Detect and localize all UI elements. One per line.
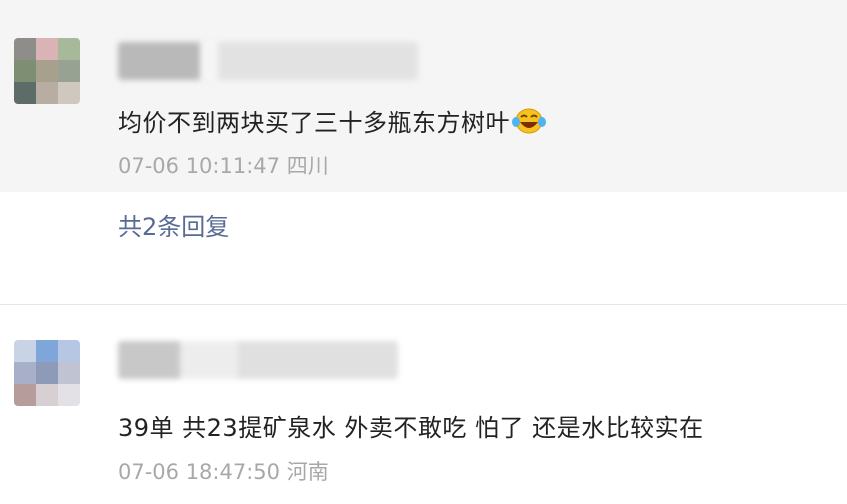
comment-item[interactable]: 39单 共23提矿泉水 外卖不敢吃 怕了 还是水比较实在 07-06 18:47… bbox=[0, 305, 847, 504]
view-replies-link[interactable]: 共2条回复 bbox=[118, 207, 229, 242]
comment-text: 39单 共23提矿泉水 外卖不敢吃 怕了 还是水比较实在 bbox=[118, 414, 704, 442]
comment-location: 四川 bbox=[286, 154, 329, 178]
comment-meta: 07-06 10:11:47 四川 bbox=[118, 150, 329, 180]
username-blurred[interactable] bbox=[118, 341, 398, 379]
comment-time: 07-06 18:47:50 bbox=[118, 460, 281, 484]
comment-text: 均价不到两块买了三十多瓶东方树叶 bbox=[118, 103, 546, 138]
username-blurred[interactable] bbox=[118, 42, 418, 80]
avatar[interactable] bbox=[14, 38, 80, 104]
comment-time: 07-06 10:11:47 bbox=[118, 154, 281, 178]
comment-item[interactable]: 均价不到两块买了三十多瓶东方树叶 07-06 10:11:47 四川 bbox=[0, 0, 847, 192]
comment-location: 河南 bbox=[286, 460, 329, 484]
comment-meta: 07-06 18:47:50 河南 bbox=[118, 456, 329, 486]
avatar[interactable] bbox=[14, 340, 80, 406]
laughing-with-tears-emoji bbox=[512, 108, 546, 134]
comment-body: 均价不到两块买了三十多瓶东方树叶 bbox=[118, 109, 510, 137]
